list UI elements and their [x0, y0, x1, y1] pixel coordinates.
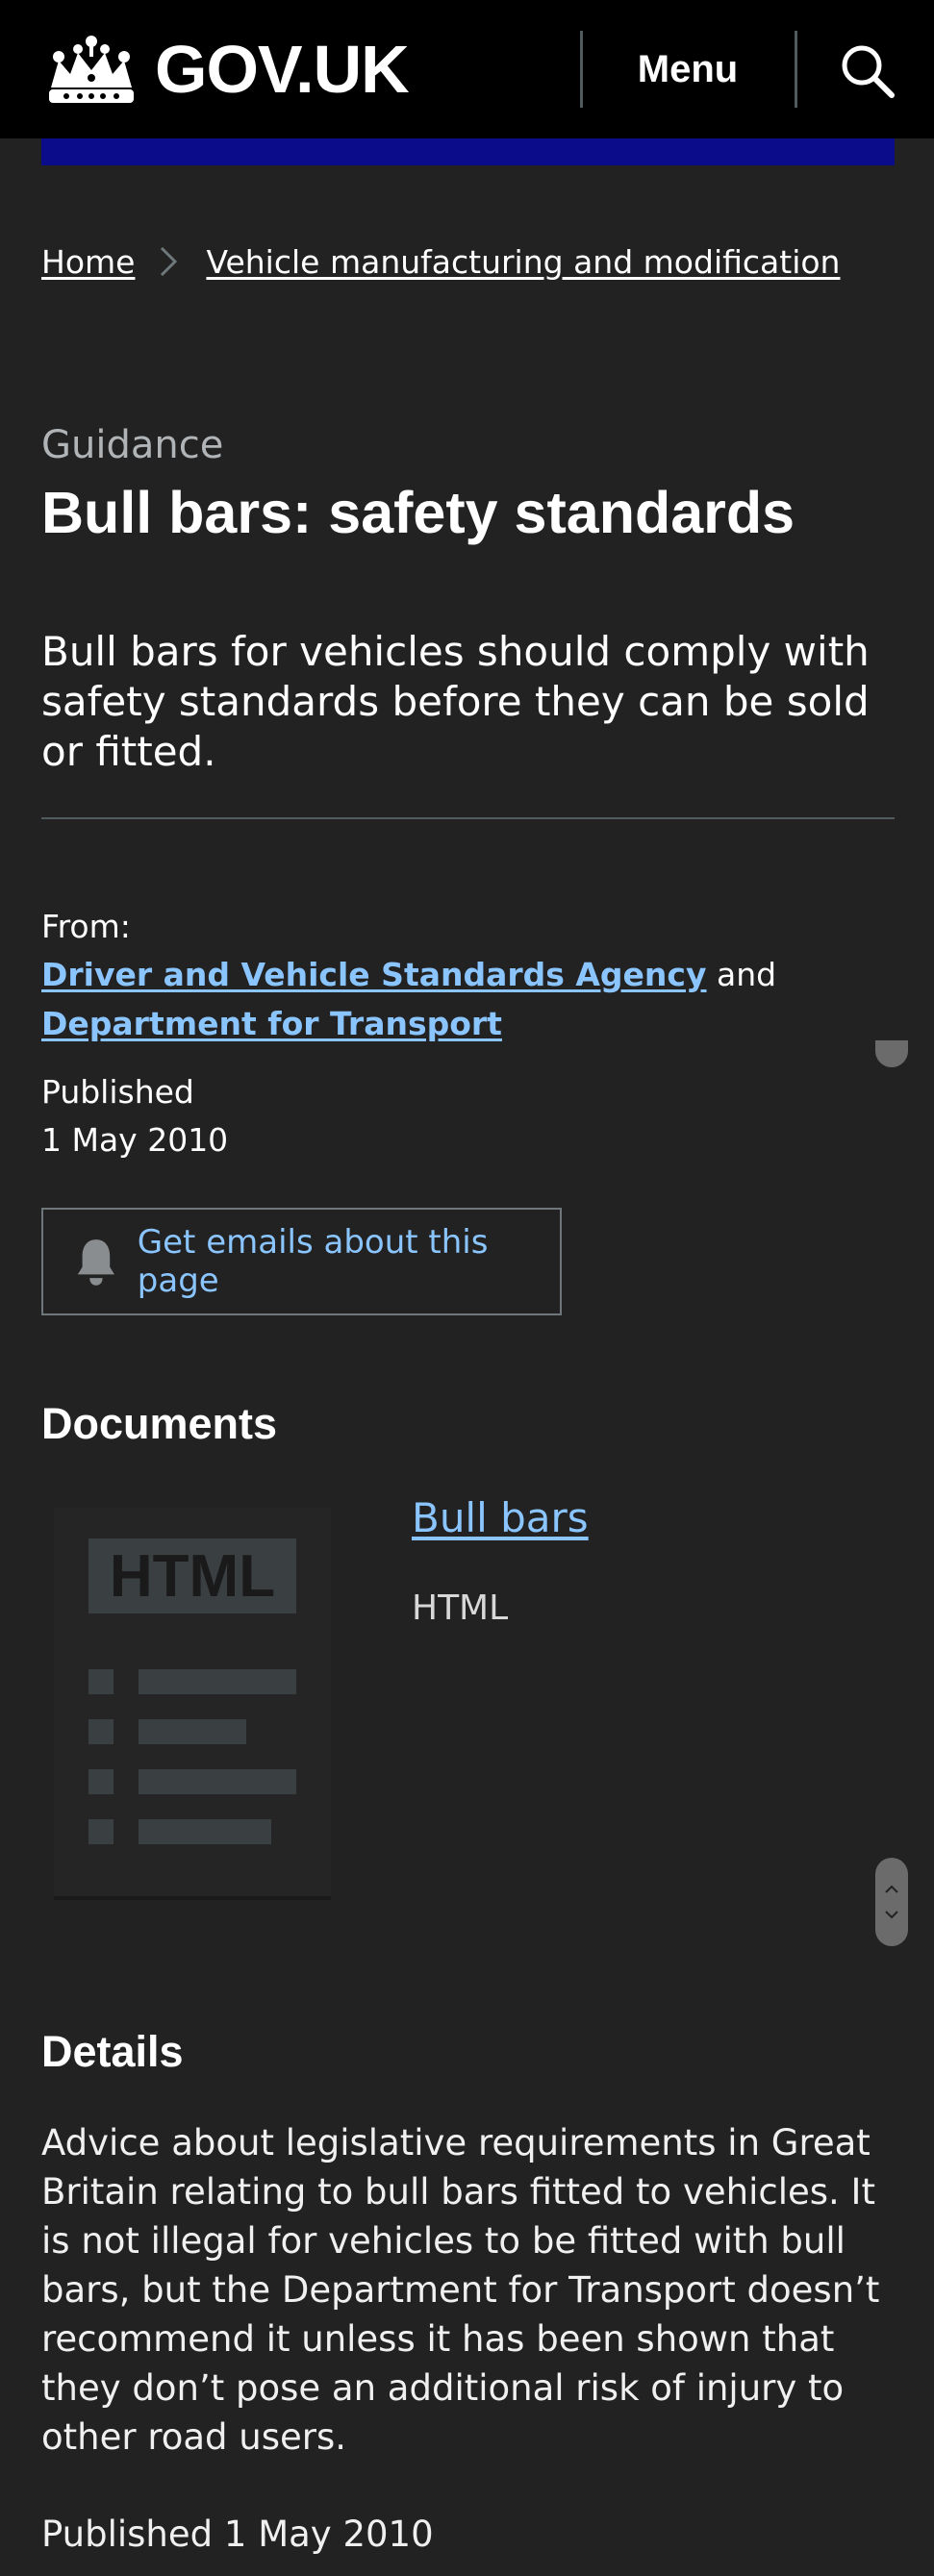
- document-title-link[interactable]: Bull bars: [412, 1494, 589, 1541]
- html-document-icon: HTML: [88, 1538, 296, 1844]
- header-divider: [580, 31, 583, 108]
- org-link-dft[interactable]: Department for Transport: [41, 1005, 502, 1042]
- document-thumbnail[interactable]: HTML: [54, 1508, 331, 1896]
- menu-button[interactable]: Menu: [616, 40, 760, 98]
- section-divider: [41, 817, 895, 819]
- scroll-control[interactable]: [875, 1858, 908, 1946]
- chevron-right-icon: [161, 246, 178, 277]
- logo-text: GOV.UK: [155, 32, 410, 107]
- site-header: GOV.UK Menu: [0, 0, 934, 138]
- page-lead: Bull bars for vehicles should comply wit…: [41, 628, 870, 775]
- page-caption: Guidance: [41, 423, 224, 467]
- header-divider: [795, 31, 797, 108]
- govuk-logo-link[interactable]: GOV.UK: [41, 27, 410, 112]
- published-footer: Published 1 May 2010: [41, 2513, 434, 2555]
- brand-bar: [41, 138, 895, 165]
- page-title: Bull bars: safety standards: [41, 480, 795, 545]
- details-body: Advice about legislative requirements in…: [41, 2122, 880, 2458]
- document-type: HTML: [412, 1588, 509, 1628]
- and-text: and: [717, 956, 777, 993]
- search-button[interactable]: [827, 37, 908, 106]
- org-line: Driver and Vehicle Standards Agency and: [41, 951, 776, 999]
- published-label: Published: [41, 1073, 194, 1111]
- crown-icon: [49, 36, 134, 103]
- documents-heading: Documents: [41, 1399, 278, 1448]
- published-date: 1 May 2010: [41, 1121, 229, 1159]
- get-emails-label: Get emails about this page: [137, 1223, 489, 1300]
- get-emails-button[interactable]: Get emails about this page: [41, 1208, 562, 1315]
- breadcrumb-vehicle-link[interactable]: Vehicle manufacturing and modification: [206, 243, 840, 281]
- scroll-indicator[interactable]: [875, 1040, 908, 1067]
- org-link-dvsa[interactable]: Driver and Vehicle Standards Agency: [41, 956, 707, 993]
- search-icon: [842, 45, 895, 98]
- details-heading: Details: [41, 2027, 184, 2076]
- breadcrumb-home-link[interactable]: Home: [41, 243, 135, 281]
- chevron-up-down-icon: [885, 1885, 898, 1919]
- from-label: From:: [41, 908, 131, 945]
- thumb-label: HTML: [110, 1543, 275, 1610]
- bell-icon: [77, 1239, 114, 1286]
- org-line: Department for Transport: [41, 1000, 502, 1048]
- breadcrumb: Home Vehicle manufacturing and modificat…: [41, 242, 840, 281]
